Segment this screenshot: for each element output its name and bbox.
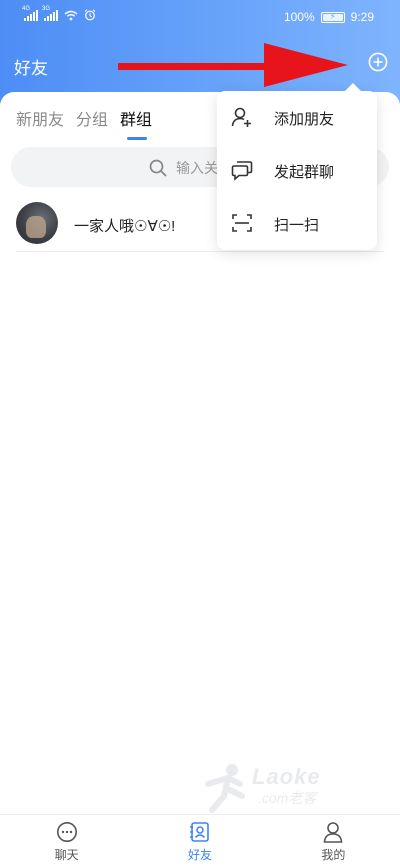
profile-icon [323, 822, 343, 843]
watermark-brand: Laoke [252, 764, 321, 789]
menu-item-label: 添加朋友 [274, 111, 335, 128]
chat-icon [56, 822, 77, 842]
page-title: 好友 [14, 59, 48, 78]
menu-item-group-chat[interactable]: 发起群聊 [217, 144, 377, 197]
menu-item-scan[interactable]: 扫一扫 [217, 197, 377, 250]
tab-groups[interactable]: 群组 [120, 106, 152, 140]
cell-signal-icon-2: 3G [42, 6, 58, 21]
menu-item-add-friend[interactable]: 添加朋友 [217, 91, 377, 144]
group-name: 一家人哦☉∀☉! [74, 218, 176, 235]
nav-label: 聊天 [54, 848, 79, 862]
alarm-icon [84, 9, 96, 21]
menu-item-label: 发起群聊 [274, 164, 335, 181]
add-menu-button[interactable] [368, 52, 388, 72]
bottom-nav: 聊天 好友 我的 [0, 814, 400, 866]
contacts-icon [189, 822, 209, 842]
avatar [16, 202, 58, 244]
group-chat-icon [231, 161, 253, 181]
battery-percent: 100% [283, 10, 315, 24]
nav-item-profile[interactable]: 我的 [267, 815, 400, 866]
status-bar: 4G 3G 100% ⚡ 9:29 [0, 0, 400, 34]
friends-tabs: 新朋友 分组 群组 [16, 106, 152, 140]
watermark-sub: .com老客 [258, 790, 317, 806]
add-friend-icon [231, 107, 251, 127]
signal-type-label-2: 3G [42, 6, 51, 12]
menu-item-label: 扫一扫 [274, 217, 320, 234]
add-dropdown-menu: 添加朋友 发起群聊 扫一扫 [217, 83, 377, 250]
wifi-icon [64, 10, 78, 21]
cell-signal-icon: 4G [22, 6, 38, 21]
nav-item-chat[interactable]: 聊天 [0, 815, 133, 866]
clock-time: 9:29 [350, 10, 374, 24]
nav-label: 我的 [321, 848, 346, 862]
tab-new-friends[interactable]: 新朋友 [16, 106, 64, 130]
search-placeholder: 输入关 [176, 160, 218, 176]
signal-type-label: 4G [22, 6, 31, 12]
status-bar-right: 100% ⚡ 9:29 [284, 10, 374, 24]
search-icon [149, 159, 167, 177]
status-bar-left: 4G 3G [22, 6, 96, 21]
watermark-logo: Laoke .com老客 [198, 762, 348, 814]
battery-icon: ⚡ [320, 11, 345, 23]
annotation-arrow-icon [118, 43, 348, 87]
nav-label: 好友 [187, 848, 212, 862]
scan-icon [232, 214, 252, 232]
nav-item-contacts[interactable]: 好友 [133, 815, 266, 866]
tab-categories[interactable]: 分组 [76, 106, 108, 130]
watermark-runner-icon [205, 764, 245, 813]
